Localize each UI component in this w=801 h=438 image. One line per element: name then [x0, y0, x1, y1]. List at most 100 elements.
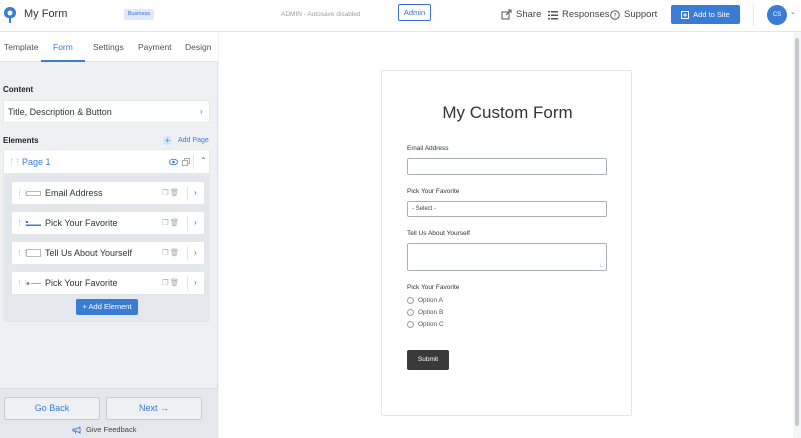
copy-delete-icons[interactable]: ❐🗑 — [162, 218, 180, 227]
chevron-right-icon[interactable]: › — [194, 188, 197, 197]
tab-payment[interactable]: Payment — [138, 42, 172, 52]
admin-button[interactable]: Admin — [398, 4, 431, 21]
give-feedback-link[interactable]: Give Feedback — [72, 425, 136, 434]
copy-delete-icons[interactable]: ❐🗑 — [162, 188, 180, 197]
add-to-site-button[interactable]: Add to Site — [671, 5, 740, 24]
radio-button[interactable] — [407, 309, 414, 316]
active-tab-indicator — [41, 60, 85, 62]
radio-option-label: Option C — [418, 321, 444, 328]
share-icon — [501, 9, 512, 20]
svg-text:?: ? — [613, 11, 616, 19]
add-element-button[interactable]: + Add Element — [76, 299, 138, 315]
arrow-right-icon: → — [160, 403, 170, 413]
radio-group-label: Pick Your Favorite — [407, 284, 460, 291]
responses-button[interactable]: Responses — [548, 9, 610, 20]
next-button[interactable]: Next → — [106, 397, 202, 420]
radio-button[interactable] — [407, 321, 414, 328]
tab-design[interactable]: Design — [185, 42, 211, 52]
radio-option-c[interactable]: Option C — [407, 321, 444, 328]
radio-option-a[interactable]: Option A — [407, 297, 443, 304]
next-label: Next — [138, 403, 158, 413]
row-divider — [187, 186, 188, 201]
about-textarea[interactable]: ∟ — [407, 243, 607, 271]
content-item-label: Title, Description & Button — [8, 107, 112, 117]
sidebar-tabs: Template Form Settings Payment Design — [0, 32, 218, 62]
text-input-icon — [26, 191, 41, 196]
form-preview: My Custom Form Email Address Pick Your F… — [381, 70, 632, 416]
list-icon — [548, 10, 558, 19]
chevron-right-icon: › — [200, 107, 203, 116]
submit-button[interactable]: Submit — [407, 350, 449, 370]
plus-square-icon — [681, 10, 690, 19]
radio-option-label: Option A — [418, 297, 443, 304]
support-button[interactable]: ? Support — [610, 9, 657, 20]
autosave-status: ADMIN - Autosave disabled — [281, 11, 361, 18]
feedback-label: Give Feedback — [86, 425, 137, 434]
drag-handle-icon[interactable]: ⋮⋮ — [8, 158, 21, 166]
email-field-label: Email Address — [407, 145, 449, 152]
content-heading: Content — [3, 85, 34, 94]
resize-handle-icon[interactable]: ∟ — [599, 263, 605, 269]
row-divider — [187, 246, 188, 261]
radio-option-b[interactable]: Option B — [407, 309, 443, 316]
copy-icon[interactable] — [182, 158, 190, 166]
chevron-right-icon[interactable]: › — [194, 218, 197, 227]
responses-label: Responses — [562, 9, 610, 20]
row-divider — [187, 276, 188, 291]
page-row[interactable]: ⋮⋮ Page 1 ⌃ — [3, 149, 210, 174]
element-label: Email Address — [45, 188, 103, 198]
tab-form[interactable]: Form — [53, 42, 73, 52]
element-row-tell-us-about-yourself[interactable]: ⋮⋮ Tell Us About Yourself ❐🗑 › — [11, 241, 205, 265]
chevron-up-icon[interactable]: ⌃ — [200, 156, 207, 165]
tab-settings[interactable]: Settings — [93, 42, 124, 52]
content-item-title-description[interactable]: Title, Description & Button › — [3, 100, 210, 123]
eye-icon[interactable] — [169, 158, 178, 166]
user-avatar[interactable]: CS — [767, 5, 787, 25]
add-page-label: Add Page — [178, 137, 209, 144]
textarea-field-label: Tell Us About Yourself — [407, 230, 470, 237]
radio-icon — [26, 282, 41, 285]
radio-option-label: Option B — [418, 309, 444, 316]
dropdown-icon — [26, 221, 41, 226]
elements-heading: Elements — [3, 136, 39, 145]
canvas-scrollbar[interactable] — [793, 32, 801, 438]
add-to-site-label: Add to Site — [693, 10, 730, 19]
form-preview-title[interactable]: My Custom Form — [382, 103, 633, 123]
tab-template[interactable]: Template — [4, 42, 39, 52]
share-button[interactable]: Share — [501, 9, 541, 20]
form-title[interactable]: My Form — [24, 8, 67, 20]
select-field-label: Pick Your Favorite — [407, 188, 460, 195]
textarea-icon — [26, 249, 41, 257]
megaphone-icon — [72, 425, 81, 434]
plan-badge: Business — [124, 9, 154, 20]
plus-circle-icon: + — [163, 136, 172, 145]
element-row-pick-favorite-radio[interactable]: ⋮⋮ Pick Your Favorite ❐🗑 › — [11, 271, 205, 295]
page-label: Page 1 — [22, 157, 51, 167]
row-divider — [193, 154, 194, 169]
chevron-down-icon[interactable]: ⌄ — [790, 8, 796, 16]
top-bar: My Form Business ADMIN - Autosave disabl… — [0, 0, 801, 32]
go-back-button[interactable]: Go Back — [4, 397, 100, 420]
element-row-email-address[interactable]: ⋮⋮ Email Address ❐🗑 › — [11, 181, 205, 205]
chevron-right-icon[interactable]: › — [194, 248, 197, 257]
email-field[interactable] — [407, 158, 607, 175]
support-label: Support — [624, 9, 658, 20]
elements-panel: ⋮⋮ Page 1 ⌃ ⋮⋮ Email Address ❐🗑 › ⋮⋮ Pic… — [3, 149, 210, 322]
copy-delete-icons[interactable]: ❐🗑 — [162, 248, 180, 257]
chevron-right-icon[interactable]: › — [194, 278, 197, 287]
element-label: Pick Your Favorite — [45, 218, 118, 228]
scrollbar-thumb[interactable] — [795, 38, 799, 426]
builder-sidebar: Template Form Settings Payment Design Co… — [0, 32, 218, 438]
favorite-select[interactable]: - Select - — [407, 201, 607, 217]
copy-delete-icons[interactable]: ❐🗑 — [162, 278, 180, 287]
radio-button[interactable] — [407, 297, 414, 304]
sidebar-footer: Go Back Next → Give Feedback — [0, 388, 218, 438]
element-row-pick-favorite-dropdown[interactable]: ⋮⋮ Pick Your Favorite ❐🗑 › — [11, 211, 205, 235]
header-divider — [753, 5, 754, 26]
row-divider — [187, 216, 188, 231]
element-label: Tell Us About Yourself — [45, 248, 133, 258]
app-logo-icon[interactable] — [3, 6, 17, 24]
share-label: Share — [516, 9, 542, 20]
help-icon: ? — [610, 9, 620, 20]
add-page-button[interactable]: + Add Page — [163, 136, 209, 145]
